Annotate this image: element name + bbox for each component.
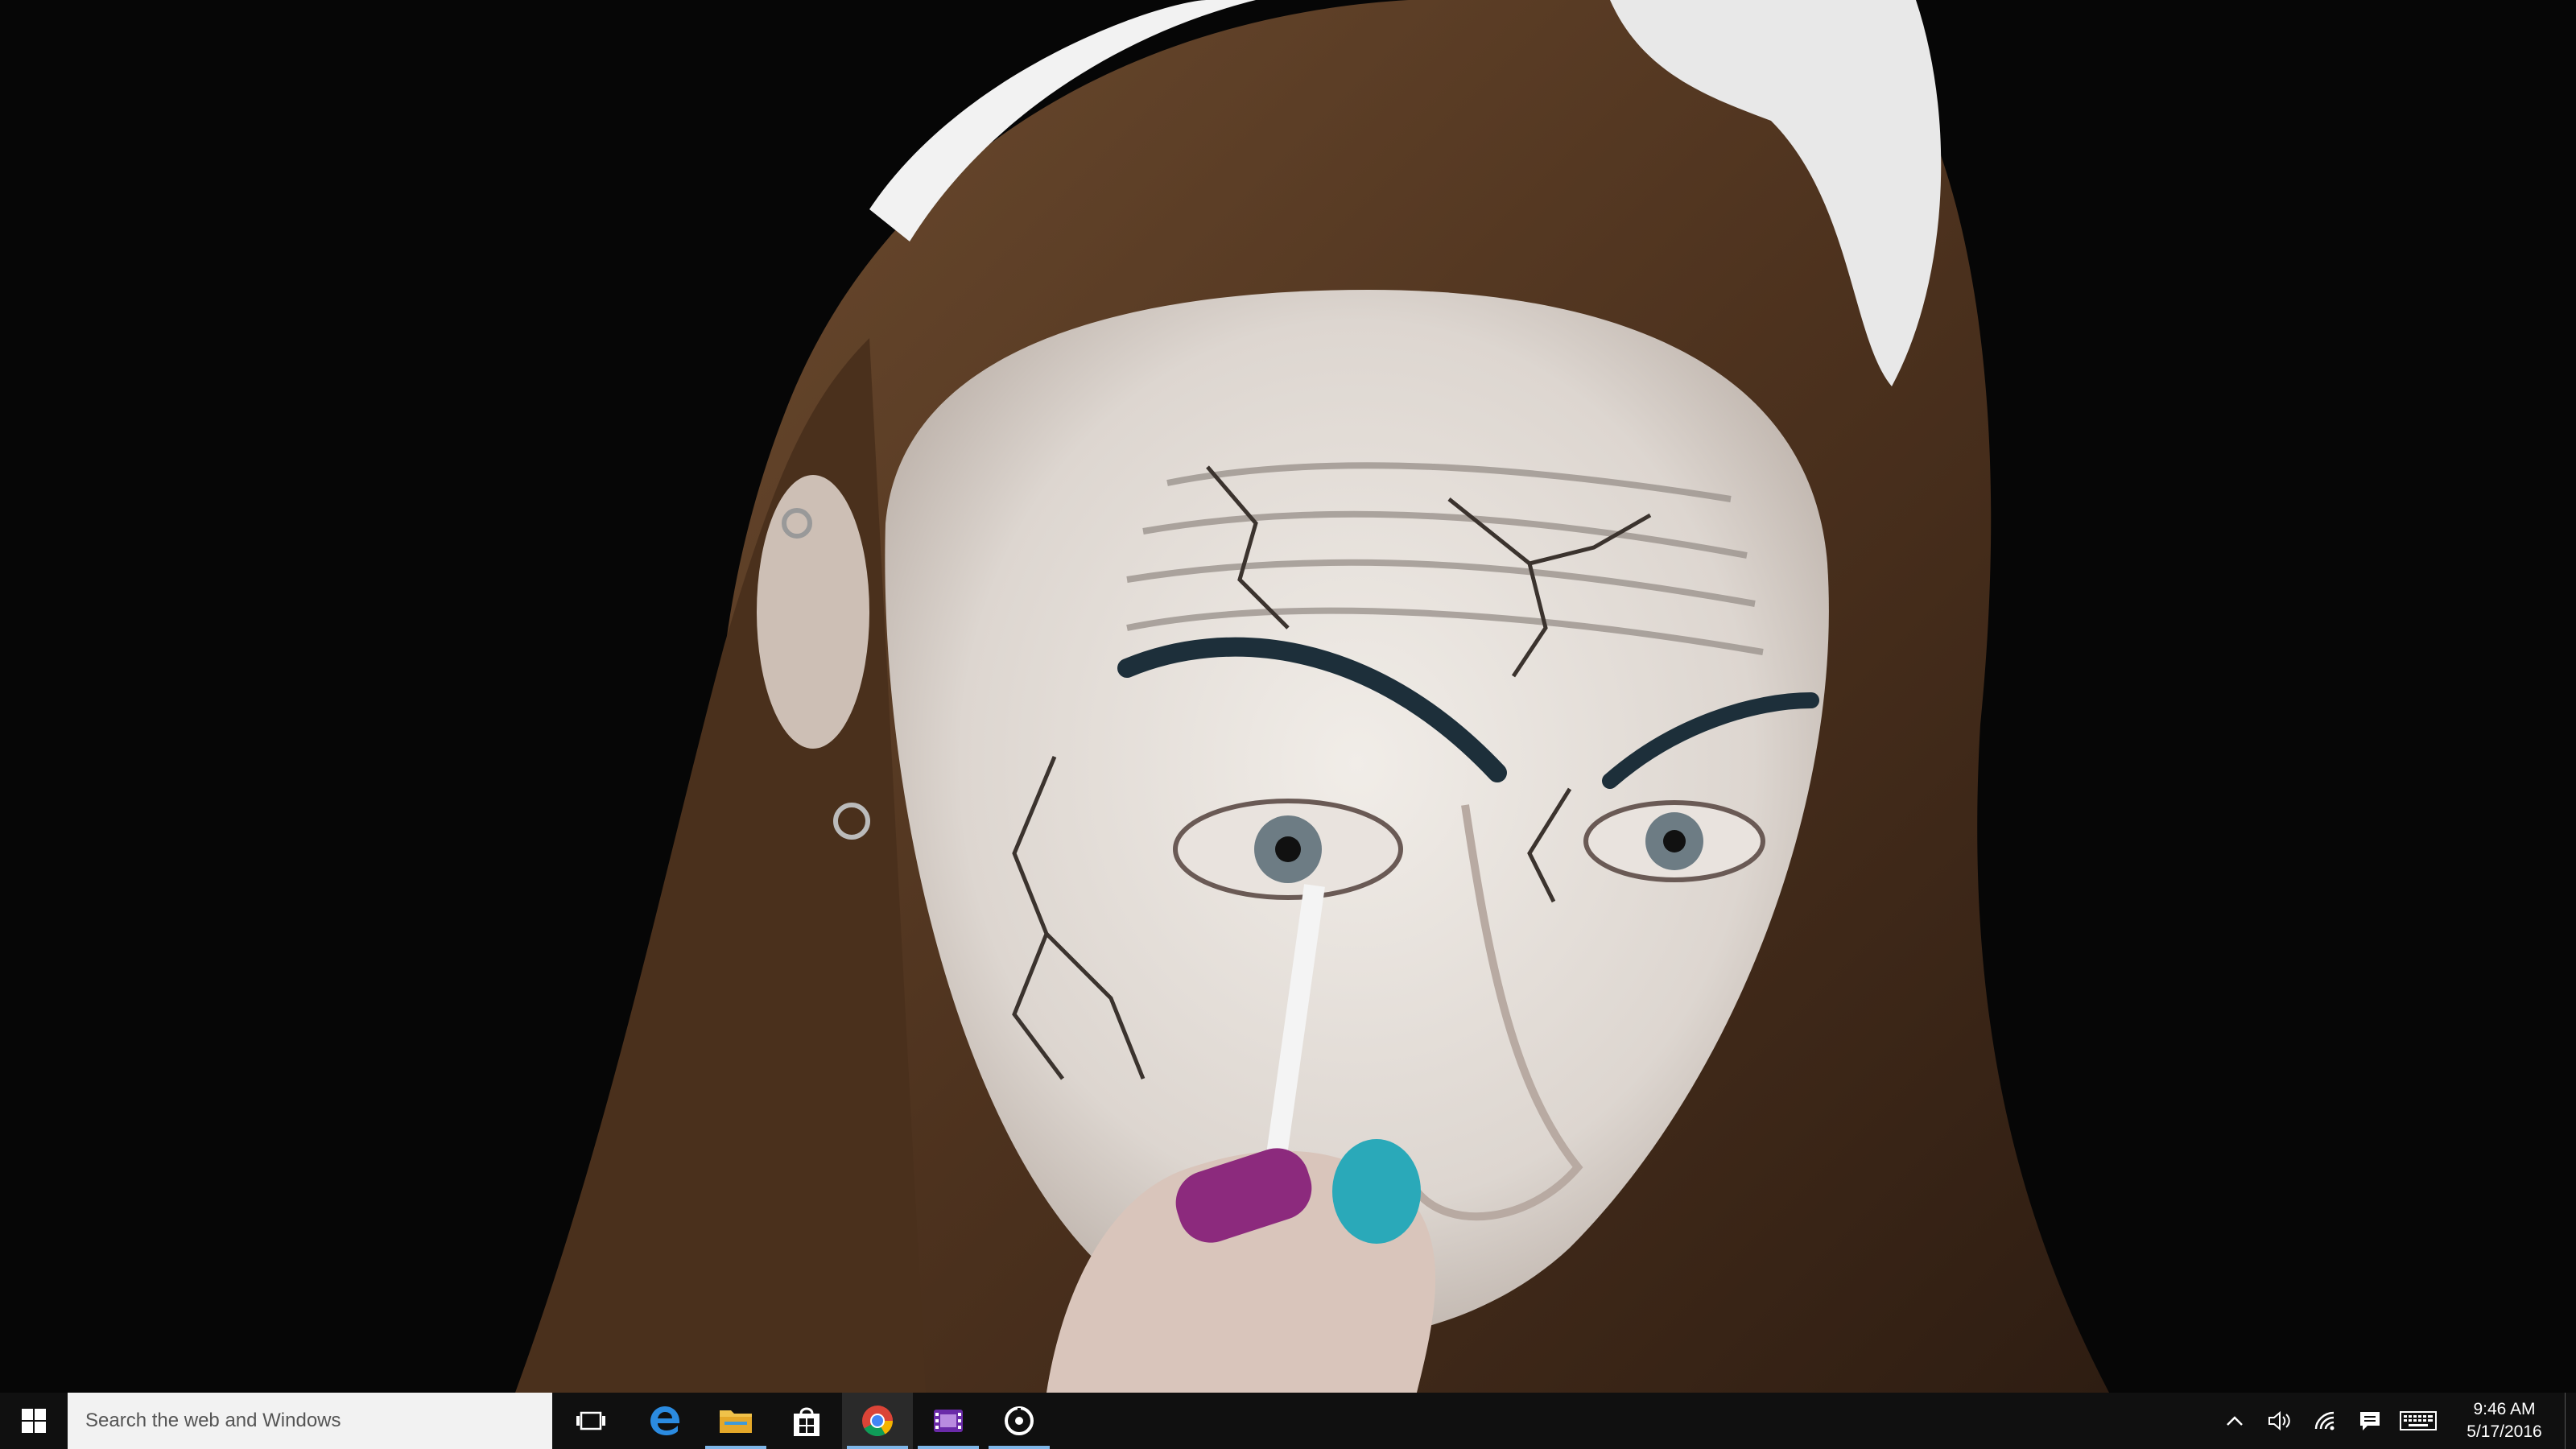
chrome-icon [862, 1406, 893, 1437]
touch-keyboard-button[interactable] [2392, 1393, 2444, 1449]
clock-date: 5/17/2016 [2467, 1422, 2542, 1441]
windows-logo-icon [22, 1409, 46, 1433]
show-desktop-button[interactable] [2565, 1393, 2576, 1449]
taskbar-app-media-player[interactable] [984, 1393, 1055, 1449]
taskbar-spacer [1055, 1393, 2212, 1449]
teal-nail [1332, 1139, 1421, 1244]
taskbar-app-store[interactable] [771, 1393, 842, 1449]
ear [757, 475, 869, 749]
volume-icon [2268, 1410, 2290, 1431]
film-icon [934, 1410, 963, 1432]
task-view-icon [576, 1411, 605, 1430]
chevron-up-icon [2227, 1416, 2243, 1426]
taskbar-app-edge[interactable] [630, 1393, 700, 1449]
taskbar: 9:46 AM 5/17/2016 [0, 1393, 2576, 1449]
search-box[interactable] [68, 1393, 552, 1449]
network-button[interactable] [2302, 1393, 2347, 1449]
action-center-button[interactable] [2347, 1393, 2392, 1449]
taskbar-app-video-editor[interactable] [913, 1393, 984, 1449]
clock[interactable]: 9:46 AM 5/17/2016 [2444, 1393, 2565, 1449]
clock-time: 9:46 AM [2473, 1400, 2536, 1418]
disc-icon [1005, 1406, 1034, 1435]
keyboard-icon [2400, 1411, 2437, 1430]
volume-button[interactable] [2257, 1393, 2302, 1449]
taskbar-app-file-explorer[interactable] [700, 1393, 771, 1449]
task-view-button[interactable] [552, 1393, 630, 1449]
makeup-tutorial-scene [0, 0, 2576, 1393]
video-frame [0, 0, 2576, 1393]
folder-icon [720, 1410, 752, 1433]
action-center-icon [2360, 1412, 2380, 1430]
edge-icon [650, 1406, 680, 1435]
store-bag-icon [794, 1407, 819, 1436]
search-input[interactable] [85, 1410, 552, 1432]
wifi-icon [2314, 1411, 2334, 1430]
taskbar-app-chrome[interactable] [842, 1393, 913, 1449]
start-button[interactable] [0, 1393, 68, 1449]
show-hidden-icons-button[interactable] [2212, 1393, 2257, 1449]
